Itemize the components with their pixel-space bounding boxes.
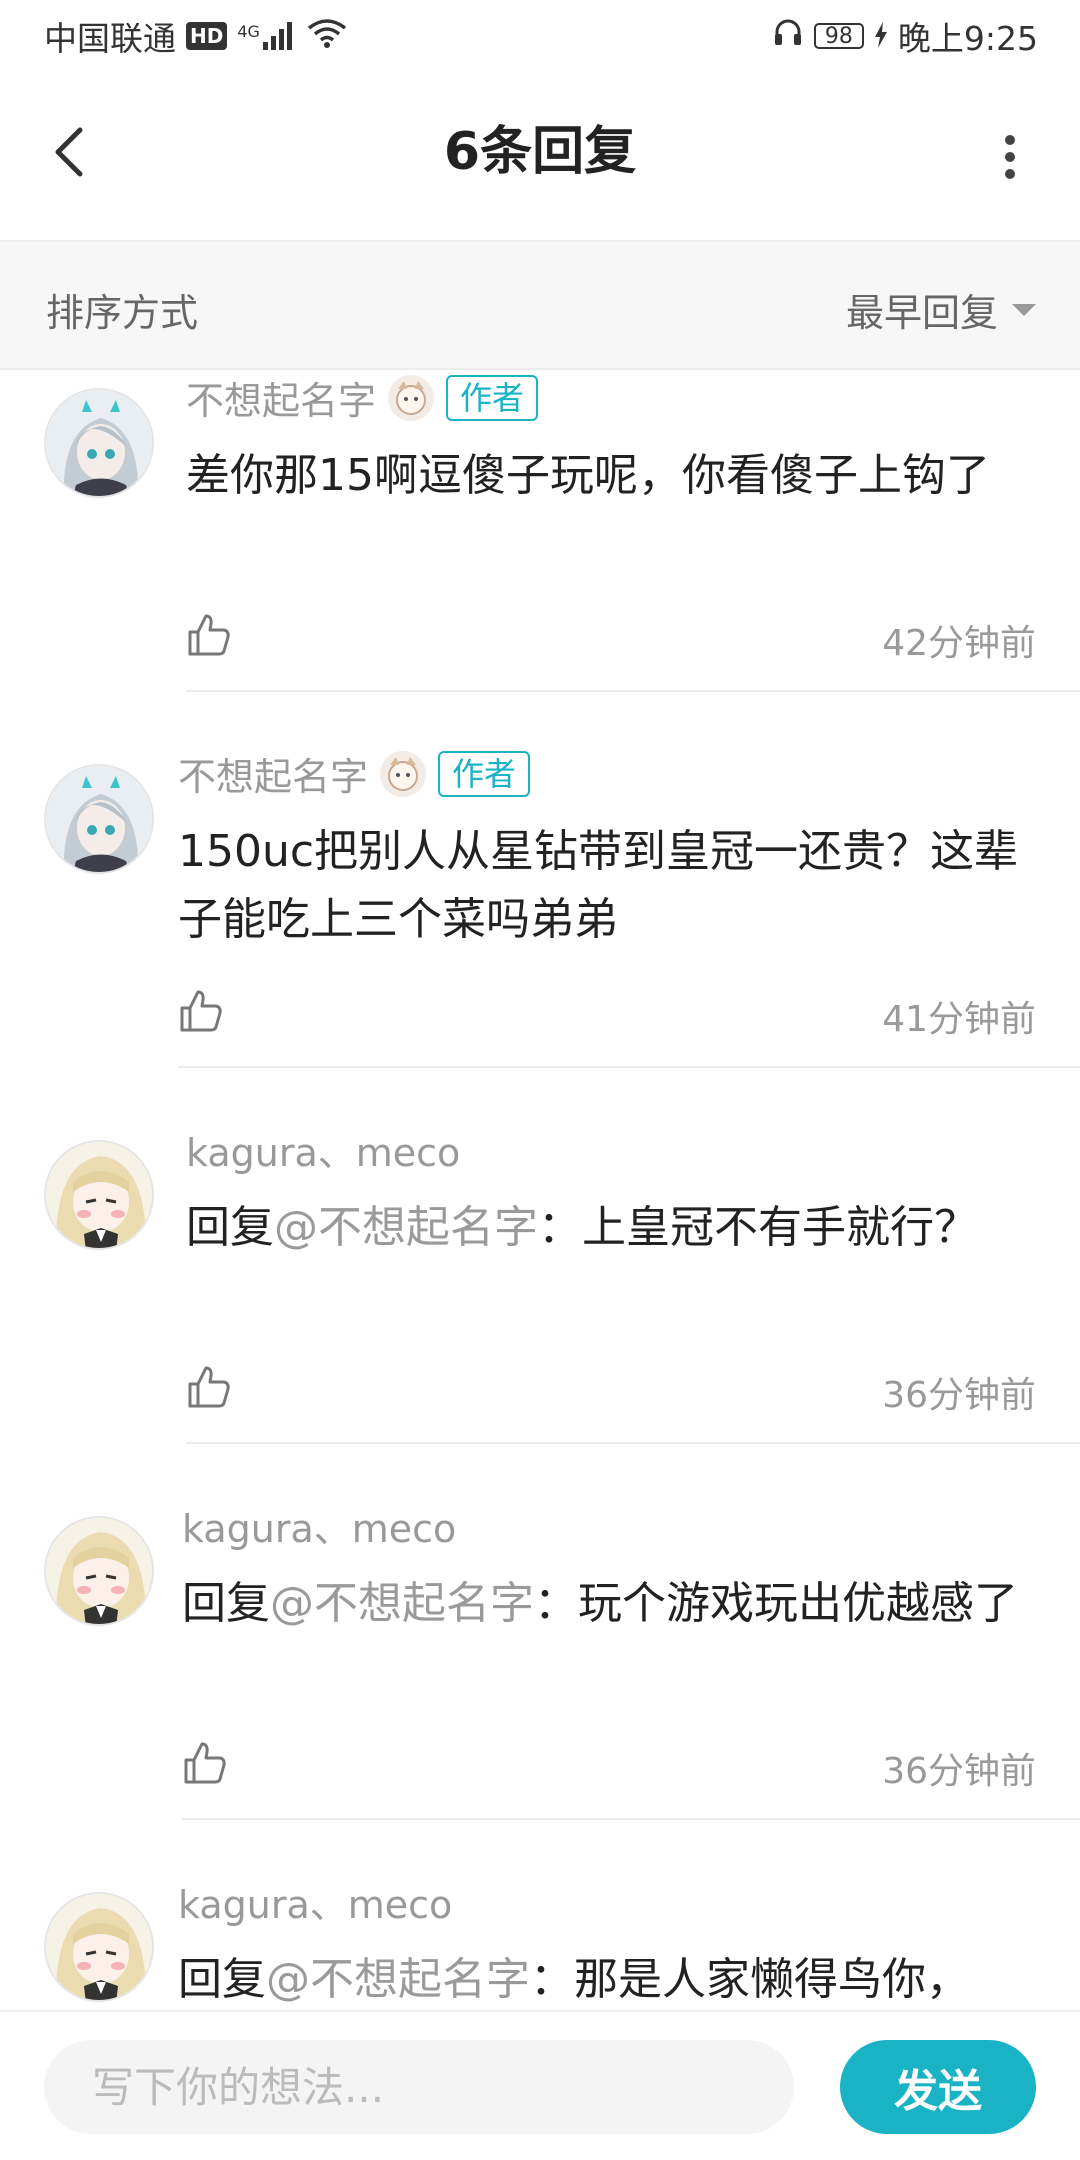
reply-input[interactable] <box>44 2040 794 2134</box>
author-tag: 作者 <box>446 374 539 421</box>
comment-time: 36分钟前 <box>882 1751 1036 1792</box>
headphones-icon <box>772 16 804 56</box>
send-button[interactable]: 发送 <box>840 2040 1036 2134</box>
comment-time: 41分钟前 <box>882 999 1036 1040</box>
mention-link[interactable]: @不想起名字 <box>266 1954 530 2005</box>
comment-text: 回复@不想起名字：上皇冠不有手就行？ <box>186 1194 1044 1262</box>
list-item: 不想起名字 作者 差你那15啊逗傻子玩呢，你看傻子上钩了 42分钟前 <box>0 370 1080 746</box>
comment-body: ：玩个游戏玩出优越感了 <box>534 1578 1018 1629</box>
username[interactable]: kagura、meco <box>178 1874 452 1929</box>
comment-body: ：那是人家懒得鸟你， <box>530 1954 970 2005</box>
divider <box>186 1442 1080 1444</box>
comment-meta: 不想起名字 作者 <box>186 370 539 425</box>
reply-input-bar: 发送 <box>0 2010 1080 2160</box>
sort-selected-value: 最早回复 <box>845 291 998 335</box>
carrier-label: 中国联通 <box>44 19 176 58</box>
comment-text: 回复@不想起名字：那是人家懒得鸟你， <box>178 1946 1044 2010</box>
sort-label: 排序方式 <box>46 291 199 335</box>
avatar[interactable] <box>44 1140 154 1250</box>
more-button[interactable] <box>1000 132 1020 182</box>
comment-time: 36分钟前 <box>882 1375 1036 1416</box>
thumbs-up-icon <box>178 990 224 1038</box>
username[interactable]: kagura、meco <box>182 1498 456 1553</box>
divider <box>182 1818 1080 1820</box>
battery-icon: 98 <box>813 23 864 49</box>
username[interactable]: 不想起名字 <box>186 370 376 425</box>
comment-text: 回复@不想起名字：玩个游戏玩出优越感了 <box>182 1570 1044 1638</box>
wifi-icon <box>307 17 347 56</box>
thumbs-up-icon <box>182 1742 228 1790</box>
reply-prefix: 回复 <box>182 1578 270 1629</box>
network-type: 4G <box>237 22 260 41</box>
caret-down-icon <box>1012 303 1036 316</box>
thumbs-up-icon <box>186 1366 232 1414</box>
divider <box>178 1066 1080 1068</box>
more-vertical-icon <box>1000 135 1020 186</box>
avatar[interactable] <box>44 764 154 874</box>
page-title: 6条回复 <box>443 122 637 182</box>
signal-icon: 4G <box>237 22 297 50</box>
comment-meta: kagura、meco <box>182 1498 456 1553</box>
hd-badge: HD <box>186 22 228 50</box>
user-badge-icon <box>388 374 435 421</box>
comment-body: 150uc把别人从星钻带到皇冠一还贵？这辈子能吃上三个菜吗弟弟 <box>178 826 1019 945</box>
comment-body: 差你那15啊逗傻子玩呢，你看傻子上钩了 <box>186 450 990 501</box>
mention-link[interactable]: @不想起名字 <box>270 1578 534 1629</box>
charging-icon <box>874 17 888 56</box>
comment-text: 150uc把别人从星钻带到皇冠一还贵？这辈子能吃上三个菜吗弟弟 <box>178 818 1044 954</box>
reply-prefix: 回复 <box>186 1202 274 1253</box>
list-item: kagura、meco 回复@不想起名字：那是人家懒得鸟你， <box>0 1874 1080 2010</box>
username[interactable]: 不想起名字 <box>178 746 368 801</box>
avatar[interactable] <box>44 1892 154 2002</box>
avatar[interactable] <box>44 388 154 498</box>
status-bar: 中国联通 HD 4G 98 晚上9:25 <box>0 0 1080 72</box>
comment-body: ：上皇冠不有手就行？ <box>538 1202 978 1253</box>
list-item: 不想起名字 作者 150uc把别人从星钻带到皇冠一还贵？这辈子能吃上三个菜吗弟弟… <box>0 746 1080 1122</box>
comment-meta: 不想起名字 作者 <box>178 746 531 801</box>
comment-meta: kagura、meco <box>178 1874 452 1929</box>
like-button[interactable] <box>186 1364 232 1410</box>
username[interactable]: kagura、meco <box>186 1122 460 1177</box>
sort-bar: 排序方式 最早回复 <box>0 242 1080 370</box>
reply-list[interactable]: 不想起名字 作者 差你那15啊逗傻子玩呢，你看傻子上钩了 42分钟前 不想起名字… <box>0 370 1080 2010</box>
mention-link[interactable]: @不想起名字 <box>274 1202 538 1253</box>
sort-dropdown[interactable]: 最早回复 <box>846 282 1036 337</box>
avatar[interactable] <box>44 1516 154 1626</box>
divider <box>186 690 1080 692</box>
like-button[interactable] <box>178 988 224 1034</box>
reply-prefix: 回复 <box>178 1954 266 2005</box>
like-button[interactable] <box>182 1740 228 1786</box>
thumbs-up-icon <box>186 614 232 662</box>
comment-text: 差你那15啊逗傻子玩呢，你看傻子上钩了 <box>186 442 1044 510</box>
list-item: kagura、meco 回复@不想起名字：上皇冠不有手就行？ 36分钟前 <box>0 1122 1080 1498</box>
user-badge-icon <box>380 750 427 797</box>
list-item: kagura、meco 回复@不想起名字：玩个游戏玩出优越感了 36分钟前 <box>0 1498 1080 1874</box>
clock-time: 晚上9:25 <box>897 19 1038 58</box>
like-button[interactable] <box>186 612 232 658</box>
comment-time: 42分钟前 <box>882 623 1036 664</box>
author-tag: 作者 <box>438 750 531 797</box>
comment-meta: kagura、meco <box>186 1122 460 1177</box>
battery-level: 98 <box>824 23 853 49</box>
top-app-bar: 6条回复 <box>0 72 1080 242</box>
